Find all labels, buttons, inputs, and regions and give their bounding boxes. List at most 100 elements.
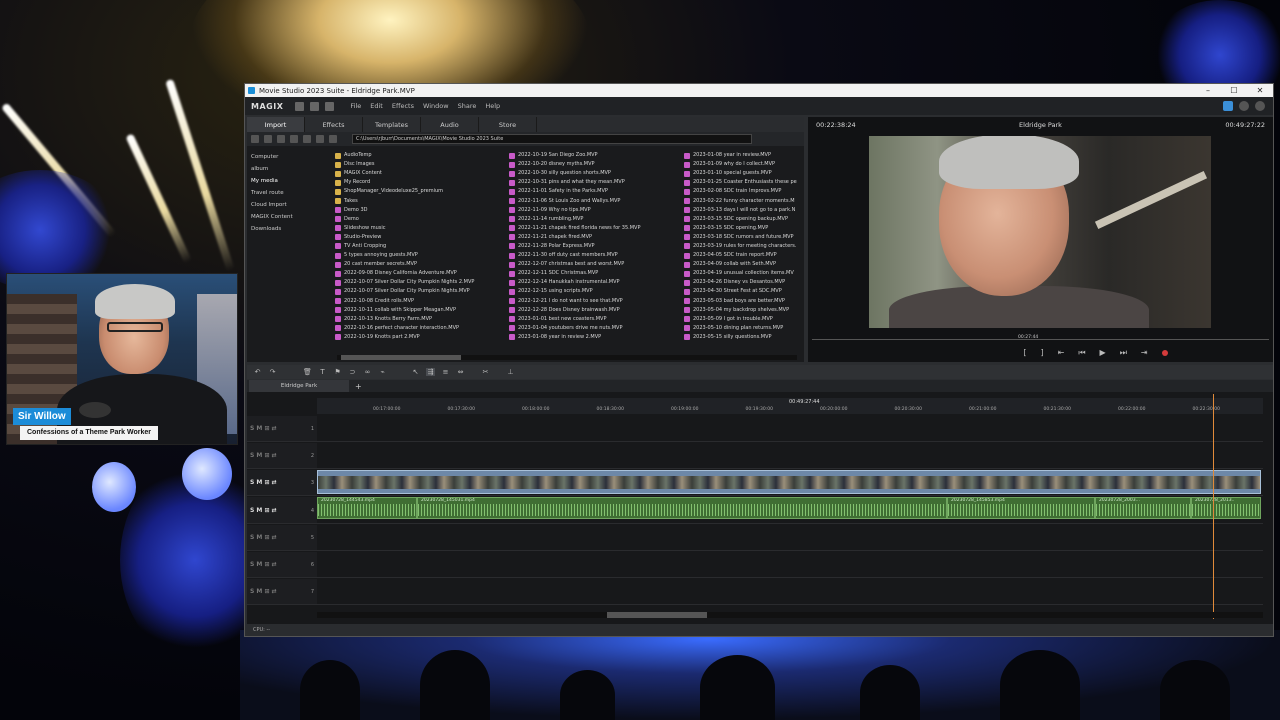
delete-icon[interactable]: 🗑: [303, 368, 312, 376]
time-ruler[interactable]: 00:49:27:44 00:17:00:00 00:17:30:00 00:18:…: [317, 398, 1263, 414]
file-item[interactable]: Disc Images: [335, 160, 505, 169]
menu-file[interactable]: File: [350, 102, 361, 110]
folder-travel-route[interactable]: Travel route: [247, 187, 329, 199]
file-item[interactable]: 2023-05-04 my backdrop shelves.MVP: [684, 306, 804, 315]
file-item[interactable]: 2023-04-19 unusual collection items.MV: [684, 269, 804, 278]
file-item[interactable]: 2022-10-16 perfect character interaction…: [335, 324, 505, 333]
file-item[interactable]: 2023-03-19 rules for meeting characters.: [684, 242, 804, 251]
track-header[interactable]: S M ⊞ ⇄ 1: [247, 416, 317, 442]
next-marker-icon[interactable]: ⇥: [1141, 348, 1148, 357]
record-icon[interactable]: [1161, 349, 1168, 356]
file-item[interactable]: 2022-12-11 SDC Christmas.MVP: [509, 269, 679, 278]
next-frame-icon[interactable]: ⏭: [1120, 348, 1127, 358]
audio-clip[interactable]: 20230728_144543.mp4: [317, 497, 417, 519]
mark-out-icon[interactable]: ]: [1041, 348, 1044, 357]
file-item[interactable]: 2023-03-18 SDC rumors and future.MVP: [684, 233, 804, 242]
track-controls[interactable]: S M ⊞ ⇄: [250, 507, 277, 514]
track-header[interactable]: S M ⊞ ⇄ 2: [247, 443, 317, 469]
prev-marker-icon[interactable]: ⇤: [1058, 348, 1065, 357]
file-item[interactable]: 2022-10-19 Knotts part 2.MVP: [335, 333, 505, 342]
settings-icon[interactable]: [303, 135, 311, 143]
group-icon[interactable]: ⊃: [348, 368, 357, 376]
file-item[interactable]: 2023-01-25 Coaster Enthusiasts these pe: [684, 178, 804, 187]
file-item[interactable]: Takes: [335, 196, 505, 205]
mouse-mode-icon[interactable]: ⇶: [426, 368, 435, 376]
file-item[interactable]: My Record: [335, 178, 505, 187]
minimize-button[interactable]: –: [1195, 86, 1221, 95]
track-lane[interactable]: [317, 579, 1263, 605]
file-item[interactable]: 2022-11-01 Safety in the Parks.MVP: [509, 187, 679, 196]
file-item[interactable]: 2022-10-07 Silver Dollar City Pumpkin Ni…: [335, 287, 505, 296]
forward-icon[interactable]: [264, 135, 272, 143]
trim-icon[interactable]: ⇔: [456, 368, 465, 376]
file-item[interactable]: 2022-10-30 silly question shorts.MVP: [509, 169, 679, 178]
redo-icon[interactable]: ↷: [268, 368, 277, 376]
file-item[interactable]: 2023-04-09 collab with Seth.MVP: [684, 260, 804, 269]
file-item[interactable]: 2023-01-08 year in review.MVP: [684, 151, 804, 160]
audio-clip[interactable]: 20230728_145853.mp4: [947, 497, 1095, 519]
track-lane[interactable]: [317, 443, 1263, 469]
file-item[interactable]: 2022-10-13 Knotts Berry Farm.MVP: [335, 315, 505, 324]
file-item[interactable]: Demo 3D: [335, 206, 505, 215]
file-item[interactable]: 2022-12-07 christmas best and worst.MVP: [509, 260, 679, 269]
file-item[interactable]: 2022-09-08 Disney California Adventure.M…: [335, 269, 505, 278]
file-item[interactable]: 2023-03-15 SDC opening backup.MVP: [684, 215, 804, 224]
file-item[interactable]: 2022-10-11 collab with Skipper Meagan.MV…: [335, 306, 505, 315]
scroll-thumb[interactable]: [341, 355, 461, 360]
file-item[interactable]: 2022-11-30 off duty cast members.MVP: [509, 251, 679, 260]
file-item[interactable]: TV Anti Cropping: [335, 242, 505, 251]
file-item[interactable]: 2023-03-13 days I will not go to a park.…: [684, 206, 804, 215]
folder-magix-content[interactable]: MAGIX Content: [247, 211, 329, 223]
tab-import[interactable]: Import: [247, 117, 305, 132]
back-icon[interactable]: [251, 135, 259, 143]
track-lane[interactable]: 20230728_144543.mp4 20230728_145031.mp4 20…: [317, 497, 1263, 524]
track-header[interactable]: S M ⊞ ⇄ 7: [247, 579, 317, 605]
audio-clip[interactable]: 20230728_2003...: [1095, 497, 1191, 519]
menu-edit[interactable]: Edit: [370, 102, 383, 110]
maximize-button[interactable]: ☐: [1221, 86, 1247, 95]
tab-audio[interactable]: Audio: [421, 117, 479, 132]
menu-effects[interactable]: Effects: [392, 102, 414, 110]
undo-icon[interactable]: ↶: [253, 368, 262, 376]
track-controls[interactable]: S M ⊞ ⇄: [250, 479, 277, 486]
playhead[interactable]: [1213, 394, 1214, 619]
track-header[interactable]: S M ⊞ ⇄ 6: [247, 552, 317, 578]
file-item[interactable]: 2022-10-19 San Diego Zoo.MVP: [509, 151, 679, 160]
settings-icon[interactable]: [1239, 101, 1249, 111]
tab-store[interactable]: Store: [479, 117, 537, 132]
file-item[interactable]: MAGIX Content: [335, 169, 505, 178]
file-item[interactable]: 2022-10-31 pins and what they mean.MVP: [509, 178, 679, 187]
file-item[interactable]: 2023-01-01 best new coasters.MVP: [509, 315, 679, 324]
track-header[interactable]: S M ⊞ ⇄ 3: [247, 470, 317, 496]
tab-effects[interactable]: Effects: [305, 117, 363, 132]
file-item[interactable]: 2023-02-22 funny character moments.M: [684, 196, 804, 205]
play-icon[interactable]: ▶: [1100, 348, 1106, 357]
timeline-scrollbar[interactable]: [317, 612, 1263, 618]
track-header[interactable]: S M ⊞ ⇄ 4: [247, 497, 317, 524]
text-icon[interactable]: T: [318, 368, 327, 376]
prev-frame-icon[interactable]: ⏮: [1078, 348, 1085, 358]
file-item[interactable]: 2023-04-05 SDC train report.MVP: [684, 251, 804, 260]
file-item[interactable]: 20 cast member secrets.MVP: [335, 260, 505, 269]
open-folder-icon[interactable]: [310, 101, 320, 111]
file-item[interactable]: 2023-01-04 youtubers drive me nuts.MVP: [509, 324, 679, 333]
tab-templates[interactable]: Templates: [363, 117, 421, 132]
file-item[interactable]: Slideshow music: [335, 224, 505, 233]
track-controls[interactable]: S M ⊞ ⇄: [250, 534, 277, 541]
close-button[interactable]: ✕: [1247, 86, 1273, 95]
save-icon[interactable]: [325, 101, 335, 111]
file-item[interactable]: 2023-03-15 SDC opening.MVP: [684, 224, 804, 233]
home-icon[interactable]: [316, 135, 324, 143]
link-icon[interactable]: ∞: [363, 368, 372, 376]
preview-ruler[interactable]: 00:27:44: [808, 335, 1273, 343]
file-item[interactable]: 2023-01-08 year in review 2.MVP: [509, 333, 679, 342]
file-item[interactable]: 2023-02-08 SDC train Improvs.MVP: [684, 187, 804, 196]
pointer-icon[interactable]: ↖: [411, 368, 420, 376]
unlink-icon[interactable]: ⌁: [378, 368, 387, 376]
folder-album[interactable]: album: [247, 163, 329, 175]
marker-icon[interactable]: ⚑: [333, 368, 342, 376]
snap-icon[interactable]: ⊥: [506, 368, 515, 376]
track-controls[interactable]: S M ⊞ ⇄: [250, 561, 277, 568]
upload-icon[interactable]: [1255, 101, 1265, 111]
file-item[interactable]: 2022-12-28 Does Disney brainwash.MVP: [509, 306, 679, 315]
